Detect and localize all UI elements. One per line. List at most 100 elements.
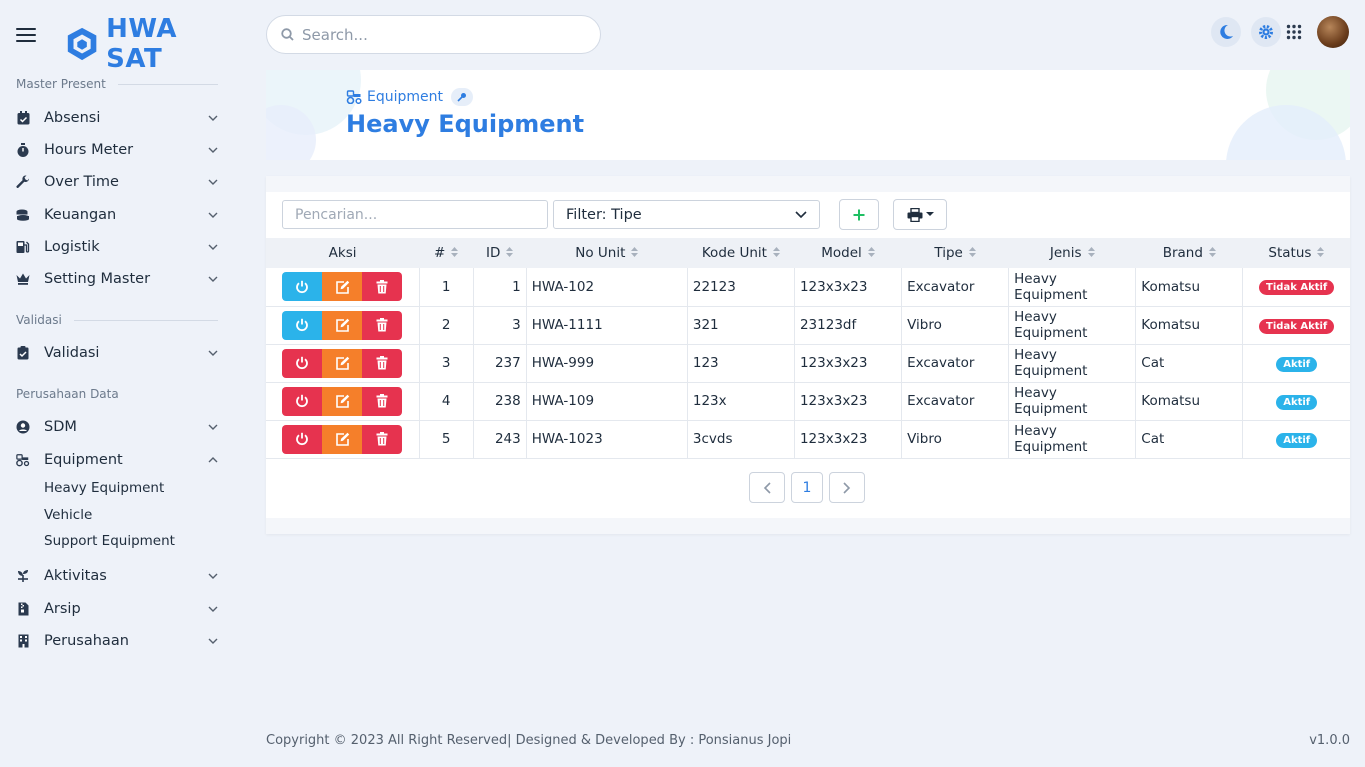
page-number-button[interactable]: 1 [791,472,823,503]
page-title: Heavy Equipment [346,110,585,138]
grid-icon [1286,24,1302,40]
cell-actions [266,344,420,383]
sidebar-item-sdm[interactable]: SDM [16,415,218,439]
footer-copyright: Copyright © 2023 All Right Reserved| Des… [266,733,792,748]
search-input[interactable] [302,25,582,44]
sidebar-item-validasi[interactable]: Validasi [16,341,218,365]
cell-jenis: Heavy Equipment [1008,268,1137,307]
delete-button[interactable] [362,424,403,454]
toggle-status-button[interactable] [282,424,323,454]
equipment-table: Aksi # ID No Unit Kode Unit Model Tipe J… [266,238,1350,459]
cell-brand: Komatsu [1135,306,1244,345]
edit-icon [336,318,350,332]
delete-button[interactable] [362,310,403,340]
table-row[interactable]: 3 237 HWA-999 123 123x3x23 Excavator Heavy Equ… [266,344,1350,383]
sidebar-item-equipment[interactable]: Equipment [16,448,218,472]
table-row[interactable]: 5 243 HWA-1023 3cvds 123x3x23 Vibro Heavy Equi… [266,420,1350,459]
sidebar-subitem-heavy-equipment[interactable]: Heavy Equipment [44,480,164,496]
add-button[interactable] [839,199,879,230]
crown-icon [16,272,30,286]
table-row[interactable]: 1 1 HWA-102 22123 123x3x23 Excavator Heavy Equ… [266,268,1350,307]
tractor-icon [16,453,30,467]
sidebar-subitem-support-equipment[interactable]: Support Equipment [44,533,175,549]
chevron-down-icon [208,274,218,284]
status-badge: Aktif [1276,356,1318,372]
cell-status: Aktif [1242,382,1350,421]
edit-button[interactable] [322,272,363,302]
cell-tipe: Excavator [901,268,1010,307]
col-model[interactable]: Model [794,238,902,268]
edit-button[interactable] [322,348,363,378]
cell-brand: Cat [1135,420,1244,459]
breadcrumb[interactable]: Equipment [346,88,473,106]
edit-icon [336,394,350,408]
edit-button[interactable] [322,310,363,340]
table-search-input[interactable] [282,200,548,229]
dark-mode-toggle[interactable] [1211,17,1241,47]
sidebar-item-perusahaan[interactable]: Perusahaan [16,629,218,653]
table-row[interactable]: 2 3 HWA-1111 321 23123df Vibro Heavy Equipment… [266,306,1350,345]
status-badge: Aktif [1276,394,1318,410]
toggle-status-button[interactable] [282,348,323,378]
sort-icon [451,245,459,261]
sidebar-item-keuangan[interactable]: Keuangan [16,203,218,227]
delete-button[interactable] [362,348,403,378]
chevron-right-icon [843,481,851,494]
sidebar-subitem-vehicle[interactable]: Vehicle [44,507,92,523]
sidebar-item-over-time[interactable]: Over Time [16,170,218,194]
cell-jenis: Heavy Equipment [1008,306,1137,345]
toggle-status-button[interactable] [282,310,323,340]
col-brand[interactable]: Brand [1135,238,1243,268]
col-status[interactable]: Status [1242,238,1350,268]
edit-button[interactable] [322,424,363,454]
chevron-down-icon [208,210,218,220]
sidebar-item-setting-master[interactable]: Setting Master [16,267,218,291]
tractor-icon [346,90,362,104]
cell-kode-unit: 3cvds [687,420,795,459]
col-tipe[interactable]: Tipe [901,238,1009,268]
cell-id: 243 [473,420,527,459]
sidebar-item-aktivitas[interactable]: Aktivitas [16,564,218,588]
prev-page-button[interactable] [749,472,785,503]
avatar[interactable] [1317,16,1349,48]
cell-tipe: Vibro [901,306,1010,345]
cell-status: Aktif [1242,344,1350,383]
print-button[interactable] [893,199,947,230]
app-logo[interactable]: HWA SAT [64,14,236,74]
table-row[interactable]: 4 238 HWA-109 123x 123x3x23 Excavator Heavy Eq… [266,382,1350,421]
power-icon [296,432,309,446]
cell-status: Aktif [1242,420,1350,459]
global-search[interactable] [266,15,601,54]
type-filter-select[interactable]: Filter: Tipe [553,200,820,229]
sidebar-item-absensi[interactable]: Absensi [16,106,218,130]
settings-button[interactable] [1251,17,1281,47]
sidebar-item-logistik[interactable]: Logistik [16,235,218,259]
equipment-table-card: Filter: Tipe Aksi # ID No Unit Kode Unit… [266,176,1350,534]
trash-icon [376,356,388,370]
trash-icon [376,432,388,446]
status-badge: Tidak Aktif [1259,280,1335,296]
col-jenis[interactable]: Jenis [1008,238,1136,268]
cell-jenis: Heavy Equipment [1008,344,1137,383]
sidebar-item-arsip[interactable]: Arsip [16,597,218,621]
col-id[interactable]: ID [473,238,527,268]
cell-brand: Komatsu [1135,382,1244,421]
sort-icon [867,245,875,261]
col-num[interactable]: # [419,238,474,268]
apps-button[interactable] [1279,17,1309,47]
col-no-unit[interactable]: No Unit [526,238,688,268]
toggle-status-button[interactable] [282,272,323,302]
col-kode-unit[interactable]: Kode Unit [687,238,795,268]
toggle-status-button[interactable] [282,386,323,416]
cell-actions [266,420,420,459]
sort-icon [631,245,639,261]
next-page-button[interactable] [829,472,865,503]
edit-button[interactable] [322,386,363,416]
delete-button[interactable] [362,386,403,416]
col-aksi: Aksi [266,238,420,268]
delete-button[interactable] [362,272,403,302]
table-header-row: Aksi # ID No Unit Kode Unit Model Tipe J… [266,238,1350,268]
sidebar-item-hours-meter[interactable]: Hours Meter [16,138,218,162]
menu-toggle-icon[interactable] [16,28,36,44]
app-version: v1.0.0 [1309,733,1350,748]
